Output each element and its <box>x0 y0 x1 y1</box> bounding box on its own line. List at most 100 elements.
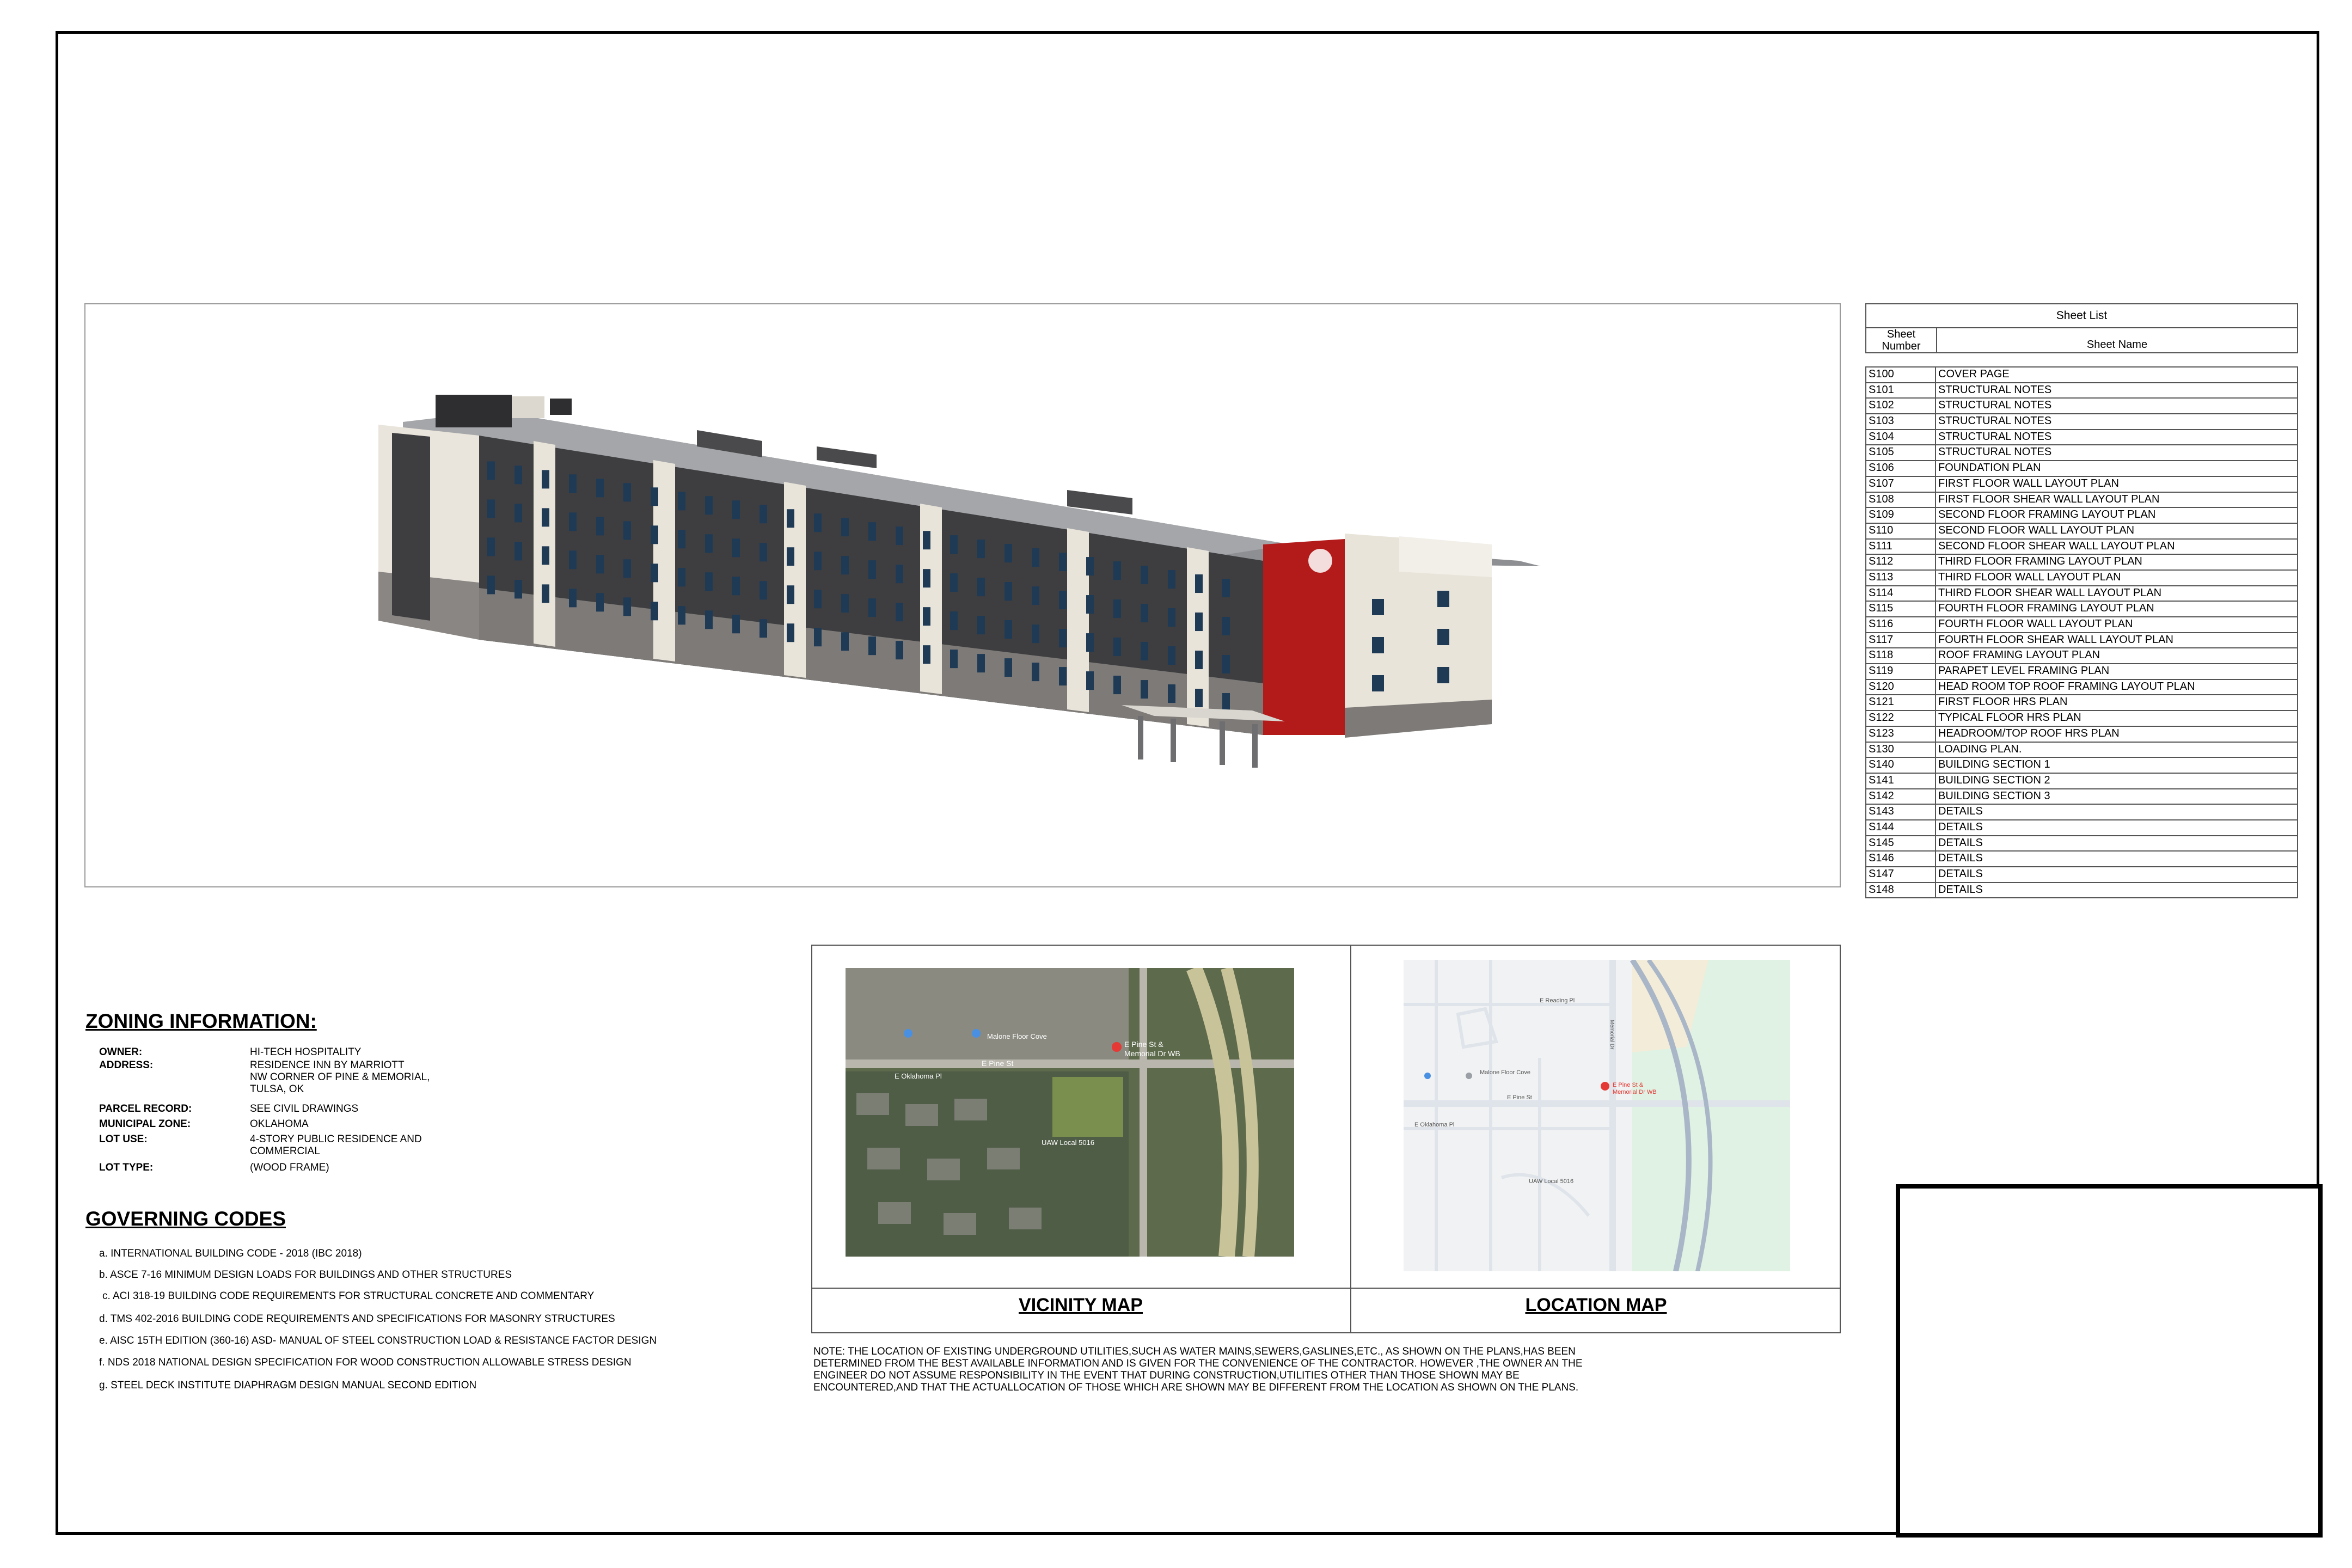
building-window <box>705 610 713 629</box>
building-window <box>1141 680 1148 699</box>
building-window <box>1222 655 1230 674</box>
building-window <box>705 572 713 591</box>
building-window <box>814 513 822 532</box>
sheet-name-cell: FIRST FLOOR SHEAR WALL LAYOUT PLAN <box>1938 493 2160 505</box>
building-window <box>868 522 876 541</box>
building-window <box>732 577 740 596</box>
sheet-list-row: S107 FIRST FLOOR WALL LAYOUT PLAN <box>1865 476 2298 493</box>
building-window <box>487 461 495 480</box>
building-window <box>868 560 876 579</box>
sheet-number-cell: S102 <box>1866 399 1936 414</box>
building-window <box>977 540 985 559</box>
building-window <box>514 465 522 485</box>
building-window <box>542 546 549 565</box>
building-window <box>787 585 794 604</box>
building-window <box>1086 633 1094 652</box>
building-window <box>1141 642 1148 661</box>
sheet-list-row: S113 THIRD FLOOR WALL LAYOUT PLAN <box>1865 570 2298 586</box>
sheet-name-cell: COVER PAGE <box>1938 368 2010 380</box>
building-window <box>1004 658 1012 677</box>
building-window <box>1195 612 1203 632</box>
sheet-list-title: Sheet List <box>1865 303 2298 328</box>
map-place-label: UAW Local 5016 <box>1042 1138 1094 1147</box>
building-window <box>1222 693 1230 712</box>
building-window <box>542 470 549 489</box>
building-window <box>1032 663 1039 682</box>
sheet-number-cell: S116 <box>1866 617 1936 632</box>
building-window <box>896 565 903 584</box>
building-window <box>596 479 604 498</box>
building-window <box>759 505 767 524</box>
building-window <box>977 654 985 673</box>
building-window <box>514 504 522 523</box>
building-window <box>678 492 685 511</box>
building-window <box>950 650 958 669</box>
building-window <box>487 537 495 556</box>
sheet-name-cell: DETAILS <box>1938 852 1983 865</box>
code-item: f. NDS 2018 NATIONAL DESIGN SPECIFICATIO… <box>99 1357 632 1368</box>
building-window <box>1141 566 1148 585</box>
map-marker-icon <box>1424 1073 1431 1079</box>
building-window <box>1168 608 1175 627</box>
sheet-number-cell: S119 <box>1866 664 1936 679</box>
building-window <box>1086 671 1094 690</box>
sheet-list-row: S145 DETAILS <box>1865 836 2298 852</box>
sheet-number-cell: S121 <box>1866 695 1936 710</box>
sheet-list-row: S100 COVER PAGE <box>1865 367 2298 383</box>
sheet-list-row: S115 FOURTH FLOOR FRAMING LAYOUT PLAN <box>1865 602 2298 617</box>
building-window <box>1059 591 1067 610</box>
sheet-name-cell: STRUCTURAL NOTES <box>1938 430 2052 443</box>
building-window <box>651 525 658 544</box>
building-window <box>1195 651 1203 670</box>
building-window <box>1086 557 1094 576</box>
code-item: c. ACI 318-19 BUILDING CODE REQUIREMENTS… <box>102 1290 595 1302</box>
building-window <box>705 534 713 553</box>
building-window <box>732 500 740 519</box>
building-window <box>487 575 495 595</box>
building-window <box>651 564 658 583</box>
map-street-label: E Pine St <box>982 1059 1013 1068</box>
building-window <box>896 641 903 660</box>
sheet-list-row: S147 DETAILS <box>1865 867 2298 883</box>
sheet-name-cell: DETAILS <box>1938 868 1983 880</box>
sheet-list-row: S141 BUILDING SECTION 2 <box>1865 773 2298 789</box>
building-window <box>1059 629 1067 648</box>
map-street-label: Memorial Dr <box>1609 1020 1615 1050</box>
building-window <box>569 589 577 608</box>
building-window <box>651 602 658 621</box>
building-window <box>569 474 577 493</box>
sheet-number-cell: S146 <box>1866 852 1936 866</box>
map-marker-icon <box>972 1029 981 1038</box>
sheet-name-cell: HEAD ROOM TOP ROOF FRAMING LAYOUT PLAN <box>1938 680 2195 693</box>
sheet-name-cell: FOURTH FLOOR FRAMING LAYOUT PLAN <box>1938 602 2154 615</box>
building-window <box>841 556 849 575</box>
sheet-list-row: S148 DETAILS <box>1865 883 2298 899</box>
sheet-number-cell: S101 <box>1866 383 1936 398</box>
building-window <box>950 573 958 592</box>
sheet-name-cell: ROOF FRAMING LAYOUT PLAN <box>1938 649 2100 661</box>
sheet-number-cell: S107 <box>1866 476 1936 492</box>
col-sheet-number: Sheet Number <box>1866 328 1937 352</box>
building-window <box>569 550 577 569</box>
building-rendering <box>378 395 1541 768</box>
sheet-name-cell: LOADING PLAN. <box>1938 743 2022 755</box>
building-window <box>977 578 985 597</box>
sheet-number-cell: S140 <box>1866 758 1936 773</box>
building-window <box>759 619 767 638</box>
building-window <box>923 607 930 626</box>
building-window <box>1004 582 1012 601</box>
building-window <box>623 597 631 616</box>
building-window <box>1113 599 1121 618</box>
sheet-number-cell: S106 <box>1866 461 1936 476</box>
building-window <box>732 538 740 558</box>
utilities-note: NOTE: THE LOCATION OF EXISTING UNDERGROU… <box>813 1346 1583 1393</box>
map-street-label: E Reading Pl <box>1540 997 1575 1004</box>
sheet-number-cell: S145 <box>1866 836 1936 851</box>
sheet-list-table: Sheet List Sheet Number Sheet Name S100 C… <box>1865 303 2298 899</box>
building-window <box>787 547 794 566</box>
sheet-name-cell: DETAILS <box>1938 836 1983 849</box>
building-window <box>950 535 958 554</box>
sheet-list-header: Sheet Number Sheet Name <box>1865 328 2298 353</box>
building-window <box>1222 579 1230 598</box>
building-window <box>1113 561 1121 580</box>
